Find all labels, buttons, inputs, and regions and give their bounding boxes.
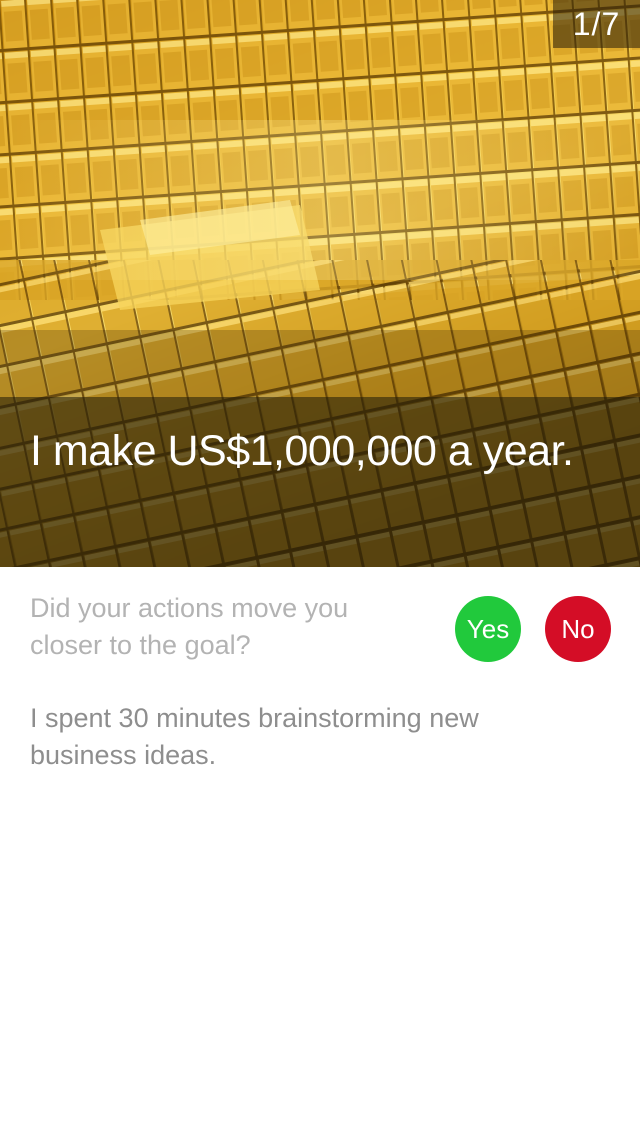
no-button[interactable]: No [545, 596, 611, 662]
action-description: I spent 30 minutes brainstorming new bus… [30, 703, 479, 770]
goal-title: I make US$1,000,000 a year. [30, 427, 574, 475]
progress-question: Did your actions move you closer to the … [30, 593, 349, 660]
slide-counter: 1/7 [553, 0, 640, 48]
yes-button[interactable]: Yes [455, 596, 521, 662]
